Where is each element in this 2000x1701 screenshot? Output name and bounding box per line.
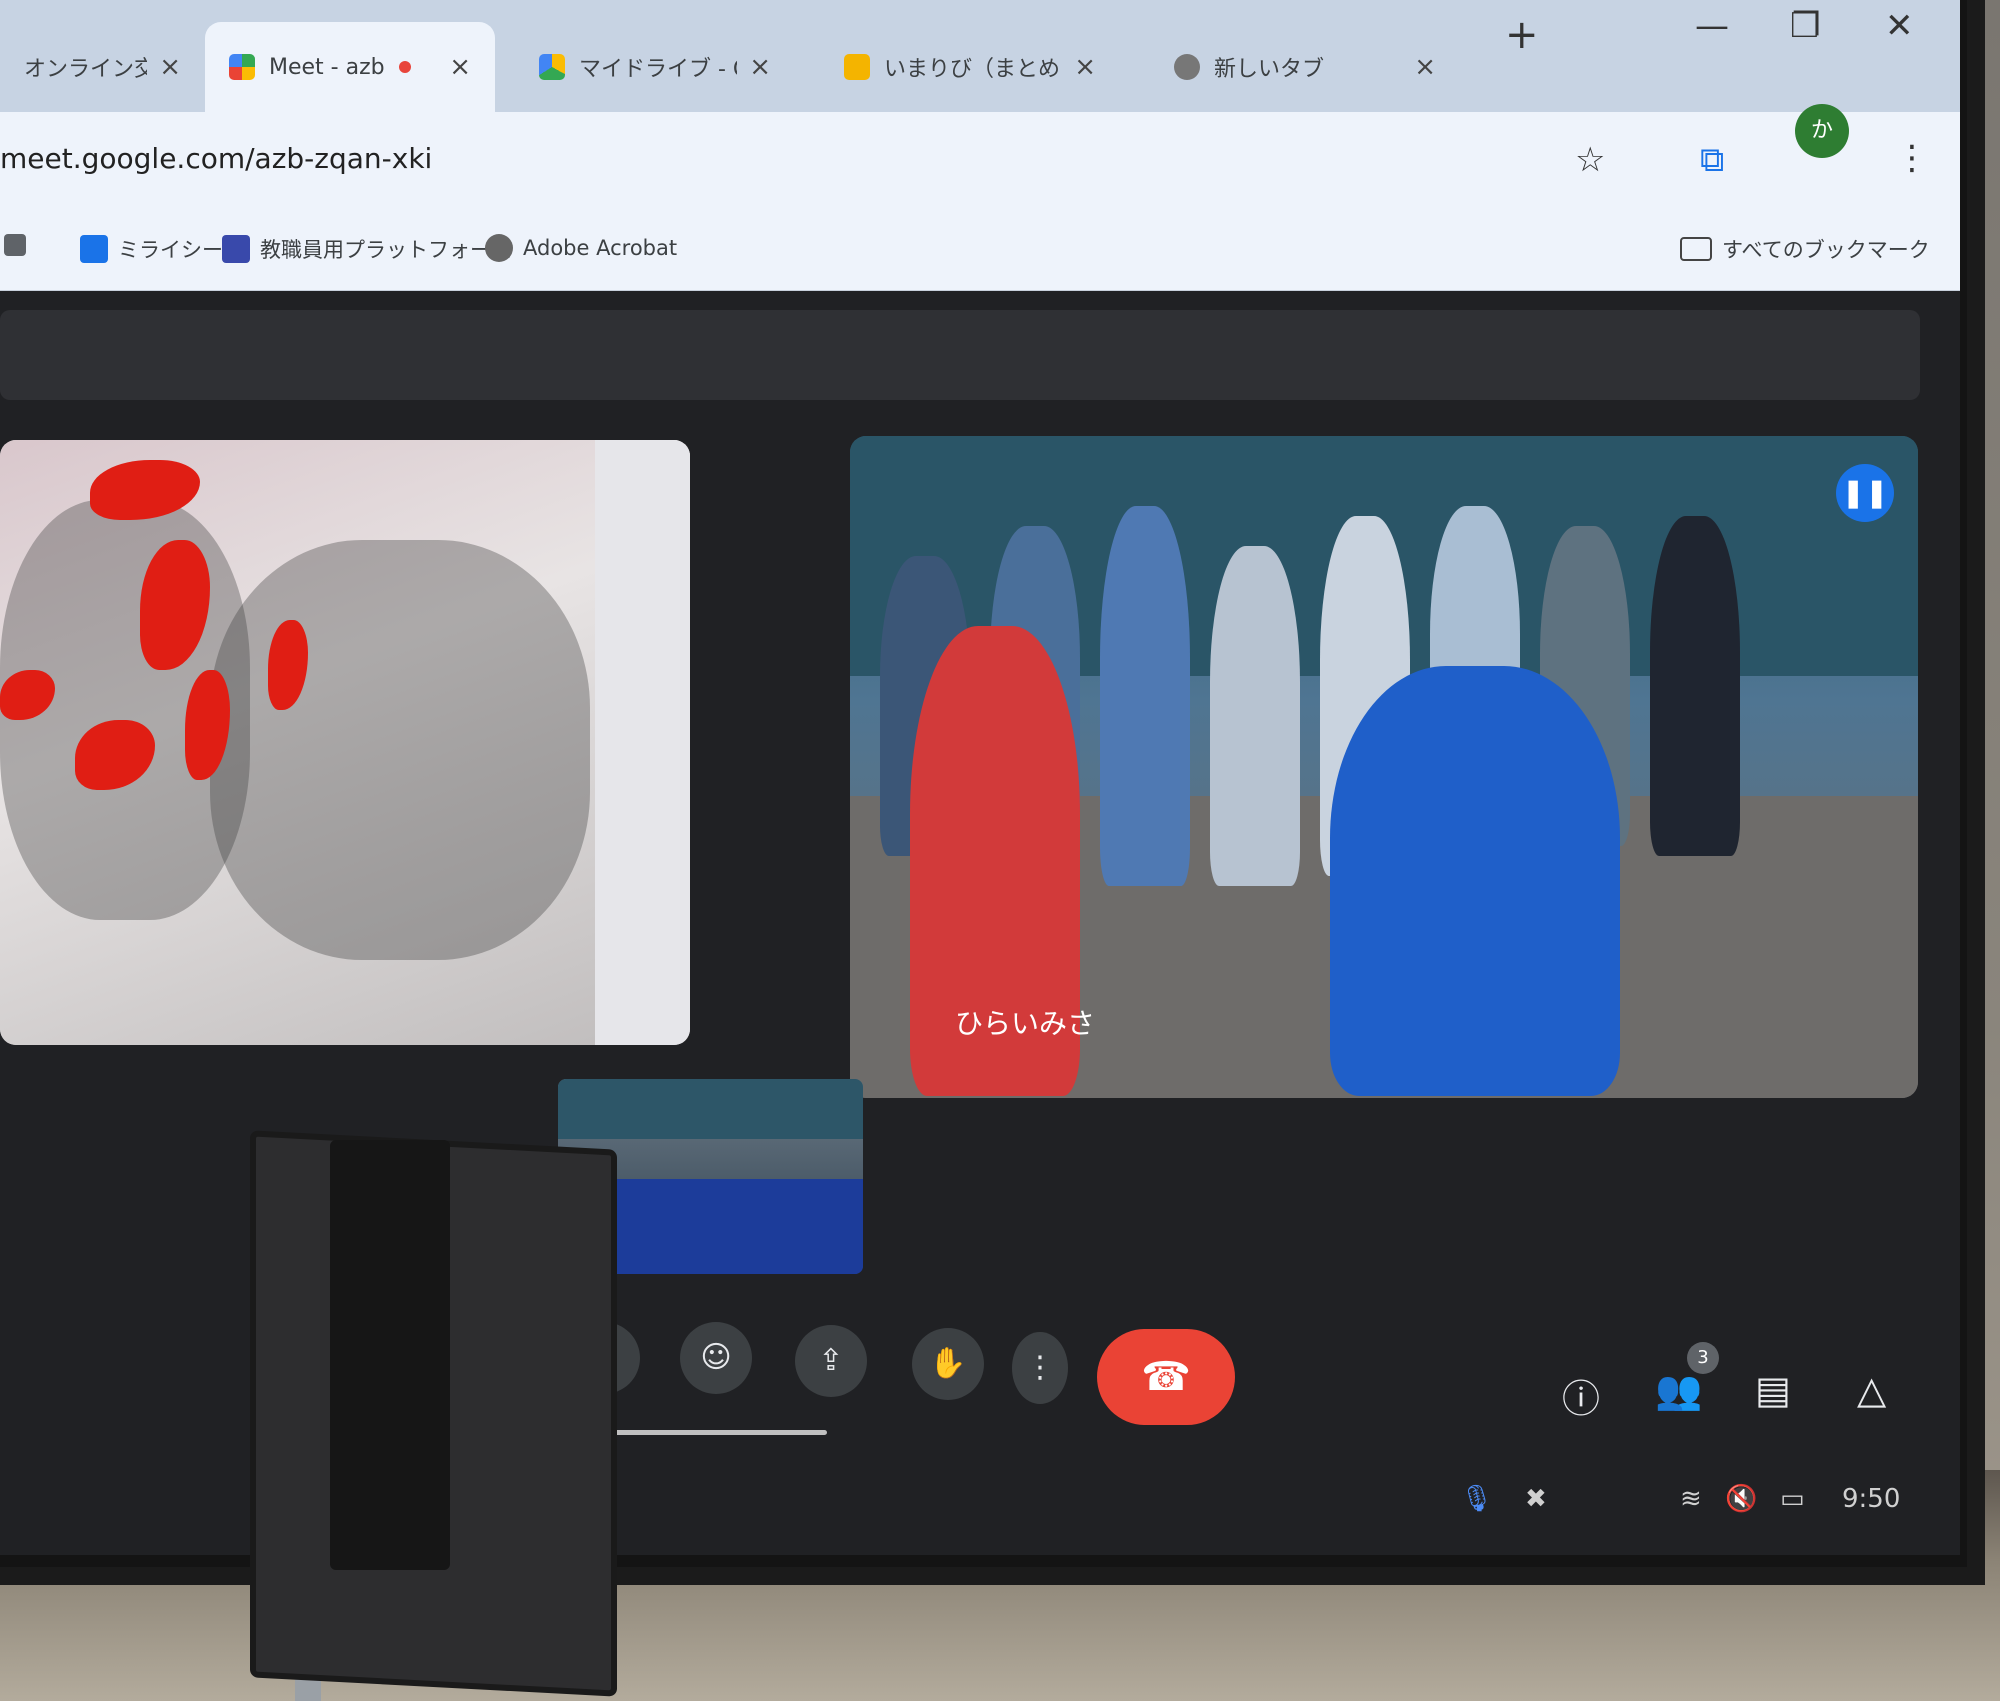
meet-icon [229,54,255,80]
close-icon[interactable]: × [449,52,471,82]
all-bookmarks[interactable]: すべてのブックマーク [1680,234,1930,264]
info-icon[interactable]: ⓘ [1562,1368,1600,1423]
mute-icon[interactable]: 🔇 [1725,1484,1757,1514]
painting-margin [595,440,690,1045]
participant-name: ひらいみさ [955,1007,1096,1040]
participant-count-badge: 3 [1687,1342,1719,1374]
tab-summary[interactable]: いまりび（まとめ × [820,22,1120,112]
tab-label: Meet - azb [269,54,385,80]
bookmark-label: Adobe Acrobat [523,236,678,260]
drive-icon [539,54,565,80]
speaking-indicator-icon: ❚❚ [1836,464,1894,522]
more-options-button[interactable]: ⋮ [1012,1332,1068,1404]
painting-ink [210,540,590,960]
tab-online-exchange[interactable]: オンライン交流に × [0,22,205,112]
scroll-indicator [612,1430,827,1435]
microphone-icon[interactable]: 🎙 [1460,1484,1493,1514]
battery-icon: ▭ [1780,1484,1805,1514]
new-tab-button[interactable]: + [1505,12,1539,58]
present-button[interactable]: ⇪ [795,1325,867,1397]
presentation-tile[interactable] [0,440,690,1045]
star-icon[interactable]: ☆ [1575,140,1605,180]
meet-top-bar [0,310,1920,400]
raise-hand-button[interactable]: ✋ [912,1328,984,1400]
tab-label: オンライン交流に [24,57,148,82]
bookmark-teacher-platform[interactable]: 教職員用プラットフォーム [222,234,511,264]
close-icon[interactable]: × [1074,52,1096,82]
student [1210,546,1300,886]
bookmark-label: 教職員用プラットフォーム [260,238,512,262]
close-icon[interactable]: ✖ [1525,1484,1547,1514]
student [1650,516,1740,856]
cast-icon[interactable]: ⧉ [1700,140,1724,180]
tab-new-tab[interactable]: 新しいタブ × [1150,22,1460,112]
tab-my-drive[interactable]: マイドライブ - Go × [515,22,795,112]
student [1100,506,1190,886]
clock[interactable]: 9:50 [1842,1484,1900,1514]
tablet-mount [330,1140,450,1570]
emoji-button[interactable]: ☺ [680,1322,752,1394]
bookmarks-bar: ミライシード 教職員用プラットフォーム Adobe Acrobat すべてのブッ… [0,212,1960,291]
wifi-icon[interactable]: ≋ [1680,1484,1702,1514]
recording-dot-icon [399,61,412,73]
tab-label: 新しいタブ [1214,57,1325,82]
close-icon[interactable]: × [749,52,771,82]
bookmark-icon [80,235,108,263]
leave-call-button[interactable]: ☎ [1097,1329,1235,1425]
folder-icon [1680,237,1712,261]
window-close-button[interactable]: ✕ [1885,6,1914,46]
blue-costume-performer [1330,666,1620,1096]
tab-meet[interactable]: Meet - azb × [205,22,495,112]
slides-icon [844,54,870,80]
close-icon[interactable]: × [1414,52,1436,82]
address-bar[interactable]: meet.google.com/azb-zqan-xki [0,142,432,175]
chat-icon[interactable]: ▤ [1755,1368,1791,1412]
tab-label: マイドライブ - Go [579,57,737,82]
all-bookmarks-label: すべてのブックマーク [1722,238,1930,262]
avatar[interactable]: か [1795,104,1849,158]
tab-label: いまりび（まとめ [884,57,1061,82]
bookmark-mirai-seed[interactable]: ミライシード [80,234,244,264]
bookmark-icon [222,235,250,263]
toolbar: meet.google.com/azb-zqan-xki ☆ ⧉ ⋮ [0,112,1960,212]
people-icon[interactable]: 👥 [1655,1368,1702,1413]
activities-icon[interactable]: △ [1857,1368,1886,1412]
globe-icon [485,234,513,262]
apps-icon[interactable] [4,234,36,256]
self-view-blackboard [558,1079,863,1139]
participant-video-tile[interactable]: ❚❚ ひらいみさ [850,436,1918,1098]
minimize-button[interactable]: — [1695,6,1729,46]
bookmark-adobe-acrobat[interactable]: Adobe Acrobat [485,234,677,262]
close-icon[interactable]: × [159,52,181,82]
chrome-icon [1174,54,1200,80]
menu-icon[interactable]: ⋮ [1895,138,1929,178]
restore-button[interactable]: ❐ [1790,6,1820,46]
tab-strip: オンライン交流に × Meet - azb × マイドライブ - Go × いま… [0,0,1960,112]
